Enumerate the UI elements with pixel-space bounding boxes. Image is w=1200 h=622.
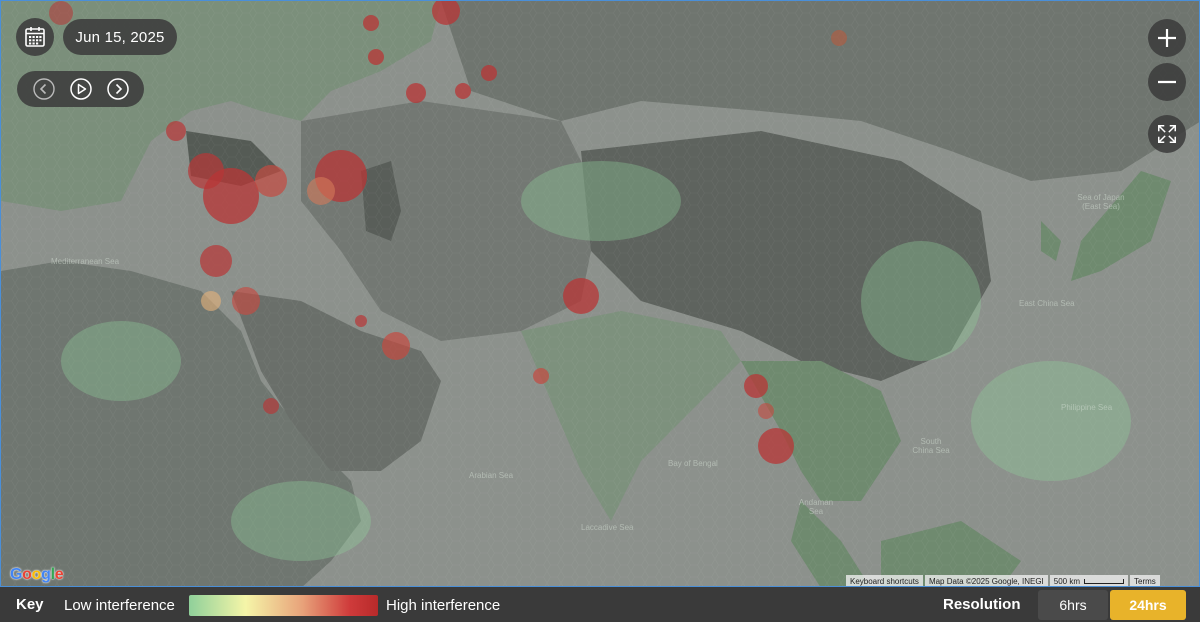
plus-icon: [1158, 29, 1176, 47]
selected-date[interactable]: Jun 15, 2025: [63, 19, 177, 55]
map-scale-label: 500 km: [1053, 577, 1081, 586]
map-label-arabian-sea: Arabian Sea: [469, 471, 514, 480]
google-logo: Google: [10, 566, 64, 583]
map-label-bay-of-bengal: Bay of Bengal: [668, 459, 718, 468]
map-label-east-china-sea: East China Sea: [1019, 299, 1075, 308]
zoom-out-button[interactable]: [1148, 63, 1186, 101]
map-canvas[interactable]: Mediterranean Sea Arabian Sea Bay of Ben…: [0, 0, 1200, 587]
fullscreen-icon: [1158, 125, 1176, 143]
map-label-sea-of-japan: Sea of Japan (East Sea): [1077, 193, 1125, 211]
playback-controls: [17, 71, 144, 107]
zoom-in-button[interactable]: [1148, 19, 1186, 57]
resolution-title: Resolution: [943, 596, 1021, 613]
map-label-south-china-sea: South China Sea: [912, 437, 950, 455]
chevron-right-icon: [106, 78, 129, 100]
legend-title: Key: [16, 596, 44, 613]
map-label-philippine-sea: Philippine Sea: [1061, 403, 1113, 412]
map-label-andaman-sea: Andaman Sea: [798, 498, 834, 516]
keyboard-shortcuts-link[interactable]: Keyboard shortcuts: [846, 575, 923, 586]
resolution-6hrs-button[interactable]: 6hrs: [1038, 590, 1108, 620]
map-label-laccadive-sea: Laccadive Sea: [581, 523, 634, 532]
fullscreen-button[interactable]: [1148, 115, 1186, 153]
chevron-left-icon: [32, 78, 55, 100]
next-button[interactable]: [105, 76, 131, 102]
legend-footer: Key Low interference High interference R…: [0, 587, 1200, 622]
calendar-icon: [25, 27, 45, 47]
map-base-layer: [1, 1, 1199, 586]
map-label-mediterranean: Mediterranean Sea: [51, 257, 120, 266]
calendar-button[interactable]: [16, 18, 54, 56]
resolution-24hrs-button[interactable]: 24hrs: [1110, 590, 1186, 620]
minus-icon: [1158, 80, 1176, 84]
terms-link[interactable]: Terms: [1130, 575, 1160, 586]
play-icon: [69, 78, 92, 100]
legend-high-label: High interference: [386, 597, 501, 614]
scale-bar: [1084, 579, 1125, 584]
map-attribution: Keyboard shortcuts Map Data ©2025 Google…: [844, 575, 1160, 586]
interference-gradient-bar: [189, 595, 378, 616]
map-data-credit: Map Data ©2025 Google, INEGI: [924, 575, 1048, 586]
play-button[interactable]: [68, 76, 94, 102]
map-scale[interactable]: 500 km: [1049, 575, 1129, 586]
previous-button[interactable]: [31, 76, 57, 102]
interference-map-app: Mediterranean Sea Arabian Sea Bay of Ben…: [0, 0, 1200, 622]
legend-low-label: Low interference: [64, 597, 175, 614]
